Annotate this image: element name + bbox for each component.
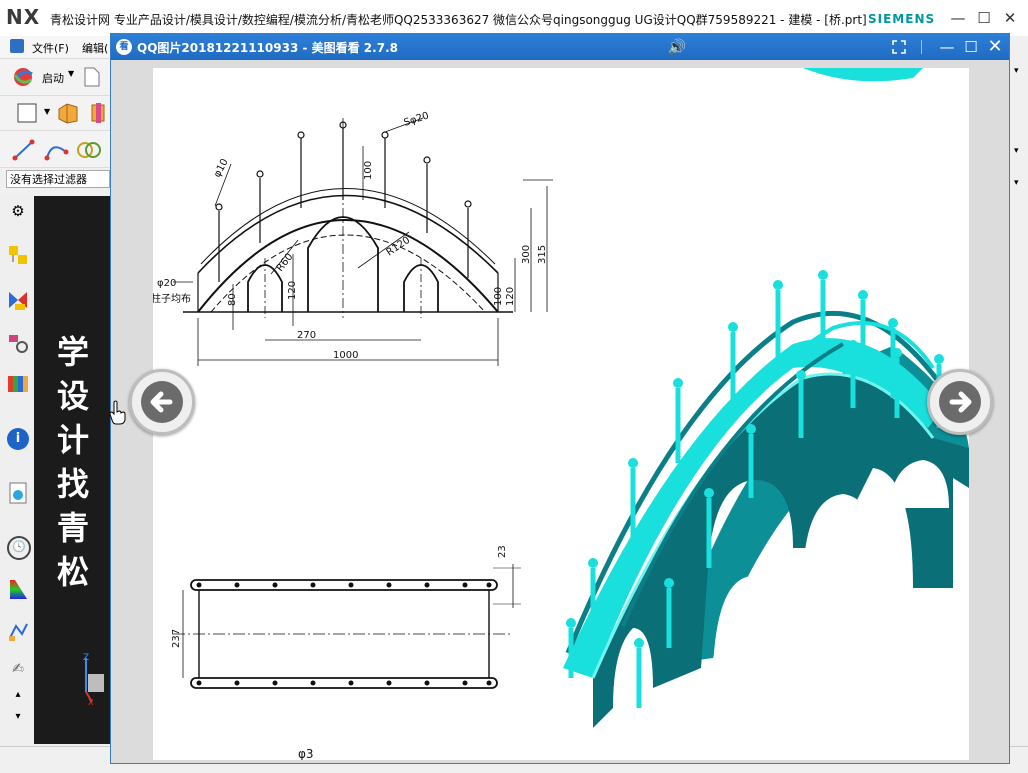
close-icon[interactable]: ✕ bbox=[985, 37, 1005, 57]
start-icon[interactable] bbox=[12, 66, 36, 88]
fullscreen-icon[interactable] bbox=[889, 37, 909, 57]
chevron-down-icon[interactable]: ▾ bbox=[1014, 178, 1019, 188]
dim-span-270: 270 bbox=[297, 330, 316, 341]
arrow-right-icon bbox=[939, 381, 981, 423]
history-clock-icon[interactable]: 🕓 bbox=[7, 536, 31, 560]
image-canvas: Sφ20 φ10 100 R60 R120 315 300 120 100 φ2… bbox=[153, 68, 969, 760]
start-dropdown-icon[interactable]: ▼ bbox=[68, 69, 74, 78]
constraint-navigator-icon[interactable] bbox=[7, 332, 29, 354]
hand-cursor-icon bbox=[109, 400, 126, 425]
nx-curve-toolbar bbox=[0, 131, 110, 168]
dim-post-dia: φ20 bbox=[157, 278, 176, 289]
assembly-navigator-icon[interactable] bbox=[7, 290, 29, 312]
dim-height-120: 120 bbox=[287, 281, 298, 300]
dim-sphere: Sφ20 bbox=[403, 110, 431, 128]
chevron-down-icon[interactable]: ▾ bbox=[1014, 146, 1019, 156]
dim-315: 315 bbox=[537, 245, 548, 264]
nx-standard-toolbar: 启动 ▼ bbox=[0, 59, 110, 96]
dim-post-note: 柱子均布 bbox=[153, 292, 191, 305]
dim-height-80: 80 bbox=[227, 293, 238, 306]
viewer-title: QQ图片20181221110933 - 美图看看 2.7.8 bbox=[137, 41, 398, 55]
dim-r-big: R120 bbox=[385, 235, 413, 259]
dim-span-1000: 1000 bbox=[333, 350, 358, 361]
next-image-button[interactable] bbox=[927, 369, 993, 435]
image-viewer-window: 看 QQ图片20181221110933 - 美图看看 2.7.8 🔊 — ☐ … bbox=[110, 33, 1010, 764]
dim-right-120: 120 bbox=[505, 287, 516, 306]
watermark-char: 学 bbox=[56, 333, 89, 371]
minimize-icon[interactable]: — bbox=[937, 37, 957, 57]
title-divider bbox=[921, 40, 922, 54]
revolve-icon[interactable] bbox=[88, 101, 108, 125]
selection-filter-dropdown[interactable]: 没有选择过滤器 bbox=[6, 170, 110, 188]
nx-right-edge: ▾ ▾ ▾ bbox=[1010, 36, 1028, 746]
dim-rail-dia: φ10 bbox=[212, 157, 231, 179]
start-button[interactable]: 启动 bbox=[42, 70, 64, 86]
dim-300: 300 bbox=[521, 245, 532, 264]
web-browser-icon[interactable] bbox=[7, 482, 29, 504]
maximize-icon[interactable]: ☐ bbox=[974, 8, 994, 28]
palette-icon[interactable] bbox=[7, 578, 29, 600]
wcs-triad-icon: Z X bbox=[83, 653, 104, 706]
sketch-icon[interactable] bbox=[16, 102, 38, 124]
info-icon[interactable]: i bbox=[7, 428, 29, 450]
watermark-char: 计 bbox=[56, 421, 89, 459]
elevation-dimensions: Sφ20 φ10 100 R60 R120 315 300 120 100 φ2… bbox=[153, 110, 548, 361]
dim-post-height: 100 bbox=[363, 161, 374, 180]
extrude-icon[interactable] bbox=[56, 101, 80, 125]
viewer-title-bar: 看 QQ图片20181221110933 - 美图看看 2.7.8 🔊 — ☐ … bbox=[111, 34, 1009, 60]
nx-feature-toolbar: ▼ bbox=[0, 96, 110, 131]
watermark-char: 设 bbox=[56, 377, 89, 415]
watermark-text: 学 设 计 找 青 松 bbox=[48, 330, 98, 594]
rail-scroll-down-icon[interactable]: ▾ bbox=[7, 706, 29, 728]
sketch-dropdown-icon[interactable]: ▼ bbox=[44, 107, 50, 116]
rail-scroll-up-icon[interactable]: ▴ bbox=[7, 684, 29, 706]
menu-file[interactable]: 文件(F) bbox=[32, 40, 69, 56]
close-icon[interactable]: ✕ bbox=[1000, 8, 1020, 28]
dim-plan-23: 23 bbox=[497, 545, 508, 558]
svg-text:Z: Z bbox=[83, 653, 89, 663]
line-icon[interactable] bbox=[12, 138, 36, 162]
svg-text:X: X bbox=[88, 698, 94, 706]
watermark-char: 青 bbox=[56, 509, 89, 547]
previous-image-button[interactable] bbox=[129, 369, 195, 435]
nx-title-bar: NX 青松设计网 专业产品设计/模具设计/数控编程/模流分析/青松老师QQ253… bbox=[0, 0, 1028, 37]
menu-edit[interactable]: 编辑( bbox=[82, 40, 108, 56]
arc-icon[interactable] bbox=[44, 138, 70, 162]
watermark-char: 找 bbox=[56, 465, 89, 503]
siemens-logo: SIEMENS bbox=[868, 12, 936, 26]
chevron-down-icon[interactable]: ▾ bbox=[1014, 66, 1019, 76]
role-icon[interactable] bbox=[7, 620, 29, 642]
maximize-icon[interactable]: ☐ bbox=[961, 37, 981, 57]
bridge-drawing: Sφ20 φ10 100 R60 R120 315 300 120 100 φ2… bbox=[153, 68, 969, 760]
dim-plan-237: 237 bbox=[171, 629, 182, 648]
nx-logo: NX bbox=[6, 5, 41, 29]
resource-bar: ⚙ i 🕓 ✍ ▴ ▾ bbox=[0, 196, 35, 744]
plan-view bbox=[173, 564, 521, 689]
dim-right-100: 100 bbox=[493, 287, 504, 306]
reuse-library-icon[interactable] bbox=[7, 372, 29, 394]
viewer-app-icon: 看 bbox=[116, 39, 132, 55]
gear-icon[interactable]: ⚙ bbox=[7, 200, 29, 222]
bridge-3d-render bbox=[563, 68, 969, 728]
nx-app-icon[interactable] bbox=[10, 39, 24, 53]
window-title: 青松设计网 专业产品设计/模具设计/数控编程/模流分析/青松老师QQ253336… bbox=[50, 13, 867, 27]
elevation-view bbox=[173, 117, 553, 366]
part-navigator-icon[interactable] bbox=[7, 244, 29, 266]
bottom-note: φ3 bbox=[298, 747, 314, 760]
nx-menu-bar: 文件(F) 编辑( bbox=[0, 36, 110, 59]
minimize-icon[interactable]: — bbox=[948, 8, 968, 28]
watermark-char: 松 bbox=[56, 553, 89, 591]
circle-icon[interactable] bbox=[76, 138, 102, 162]
hand-sketch-icon[interactable]: ✍ bbox=[7, 658, 29, 680]
speaker-icon[interactable]: 🔊 bbox=[667, 37, 687, 57]
new-file-icon[interactable] bbox=[84, 67, 100, 87]
dim-r-small: R60 bbox=[275, 252, 296, 274]
arrow-left-icon bbox=[141, 381, 183, 423]
